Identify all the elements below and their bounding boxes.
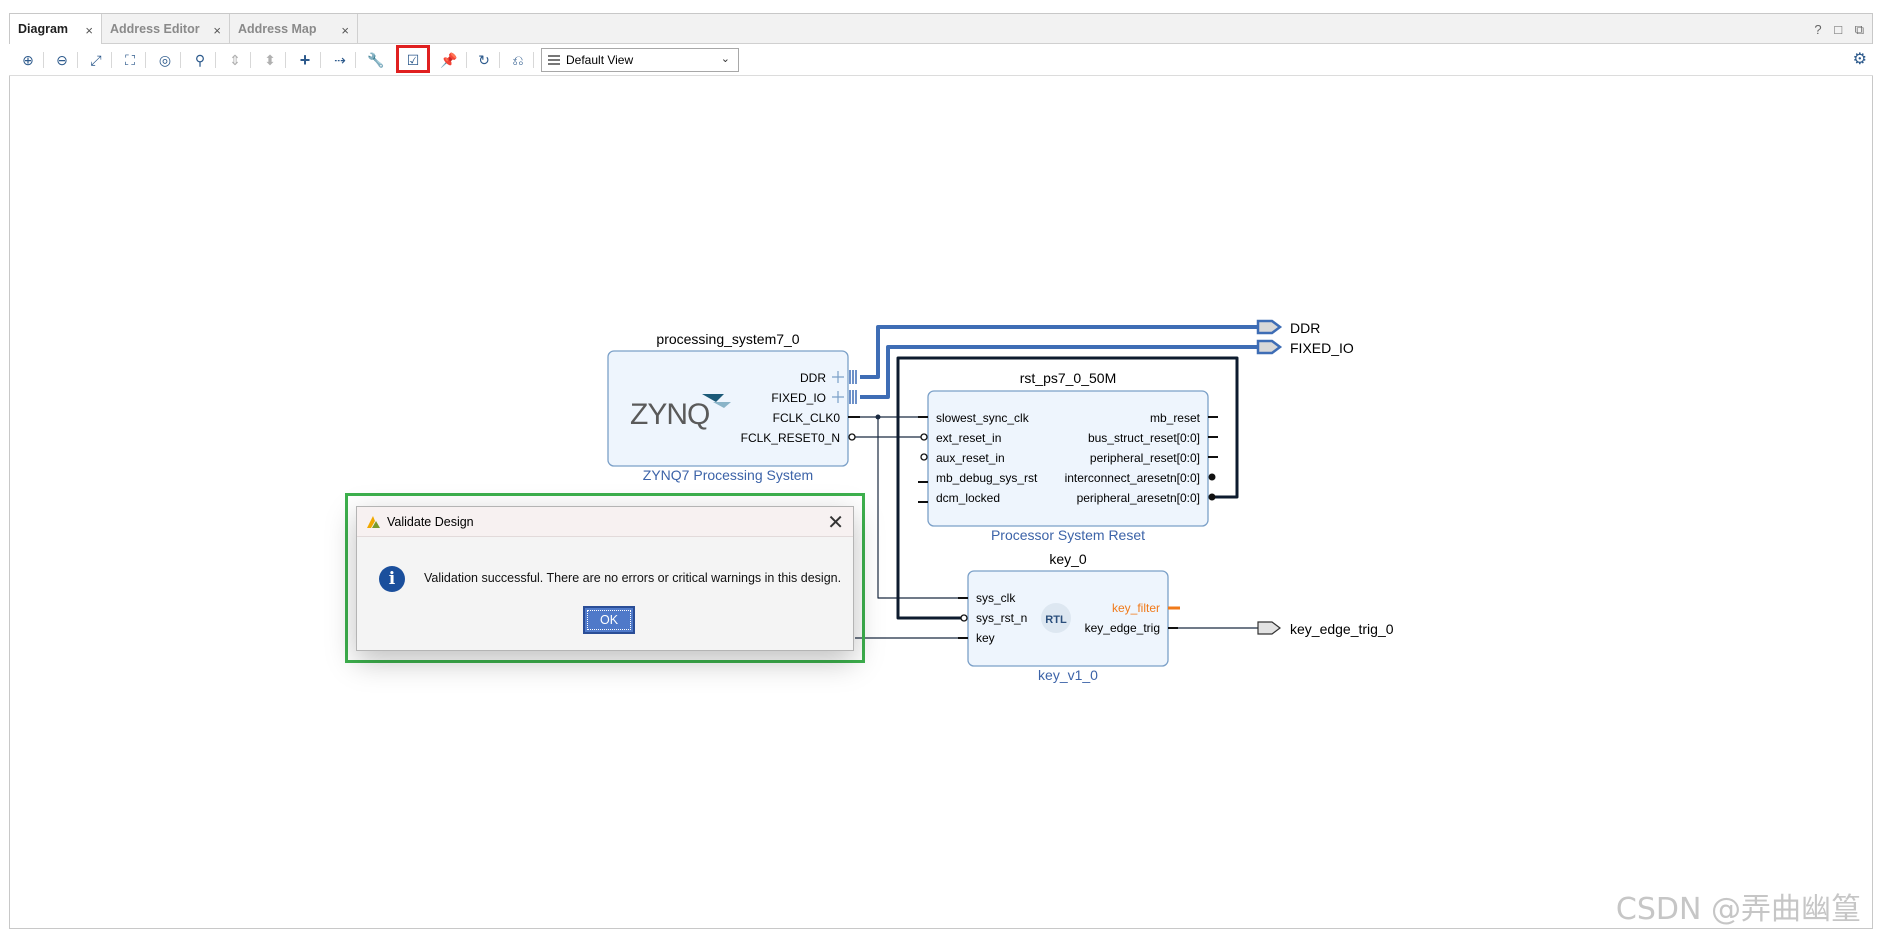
bus-interface-icon xyxy=(849,370,857,404)
key-port-key-filter: key_filter xyxy=(1112,601,1160,615)
rst-instance-name: rst_ps7_0_50M xyxy=(1020,370,1117,386)
rst-port-aux-reset-in: aux_reset_in xyxy=(936,451,1005,465)
port-bubble xyxy=(1208,493,1216,501)
key-type-label: key_v1_0 xyxy=(1038,667,1098,683)
key-instance-name: key_0 xyxy=(1049,551,1087,567)
external-port-ddr[interactable]: DDR xyxy=(1256,319,1320,336)
external-port-key-edge-trig[interactable]: key_edge_trig_0 xyxy=(1257,621,1394,637)
rst-port-slowest-sync-clk: slowest_sync_clk xyxy=(936,411,1030,425)
rtl-badge-label: RTL xyxy=(1045,614,1067,626)
info-icon: i xyxy=(379,566,405,592)
external-port-fixed-io-label: FIXED_IO xyxy=(1290,340,1354,356)
block-diagram: DDR FIXED_IO key_edge_trig_0 processing_… xyxy=(607,319,1394,683)
rst-port-bus-struct-reset: bus_struct_reset[0:0] xyxy=(1088,431,1200,445)
port-bubble xyxy=(1208,473,1216,481)
key-port-key: key xyxy=(976,631,995,645)
rst-type-label: Processor System Reset xyxy=(991,527,1145,543)
rst-port-interconnect-aresetn: interconnect_aresetn[0:0] xyxy=(1065,471,1200,485)
dialog-message: Validation successful. There are no erro… xyxy=(424,571,842,585)
rst-port-mb-reset: mb_reset xyxy=(1150,411,1201,425)
ps-port-ddr: DDR xyxy=(800,371,826,385)
key-port-sys-clk: sys_clk xyxy=(976,591,1016,605)
rst-port-peripheral-aresetn: peripheral_aresetn[0:0] xyxy=(1077,491,1200,505)
external-port-key-edge-trig-label: key_edge_trig_0 xyxy=(1290,621,1394,637)
ps-port-fixed-io: FIXED_IO xyxy=(771,391,826,405)
rst-port-peripheral-reset: peripheral_reset[0:0] xyxy=(1090,451,1200,465)
net-junction xyxy=(875,414,881,420)
vivado-logo-icon xyxy=(367,516,380,528)
dialog-titlebar: Validate Design ✕ xyxy=(357,507,853,537)
ps-type-label: ZYNQ7 Processing System xyxy=(643,467,813,483)
ok-button[interactable]: OK xyxy=(583,606,635,634)
watermark: CSDN @弄曲幽篁 xyxy=(1615,892,1861,927)
rst-port-ext-reset-in: ext_reset_in xyxy=(936,431,1001,445)
ps-port-fclk-clk0: FCLK_CLK0 xyxy=(773,411,841,425)
key-port-sys-rst-n: sys_rst_n xyxy=(976,611,1027,625)
rst-port-dcm-locked: dcm_locked xyxy=(936,491,1000,505)
validate-design-dialog: Validate Design ✕ i Validation successfu… xyxy=(356,506,854,651)
close-icon[interactable]: ✕ xyxy=(827,510,844,535)
ps-instance-name: processing_system7_0 xyxy=(656,331,799,347)
key-port-key-edge-trig: key_edge_trig xyxy=(1085,621,1160,635)
dialog-title: Validate Design xyxy=(387,515,474,529)
ps-port-fclk-reset0-n: FCLK_RESET0_N xyxy=(741,431,840,445)
rst-port-mb-debug-sys-rst: mb_debug_sys_rst xyxy=(936,471,1038,485)
external-port-ddr-label: DDR xyxy=(1290,320,1320,336)
zynq-logo: ZYNQ xyxy=(630,398,709,431)
external-port-fixed-io[interactable]: FIXED_IO xyxy=(1256,339,1354,356)
